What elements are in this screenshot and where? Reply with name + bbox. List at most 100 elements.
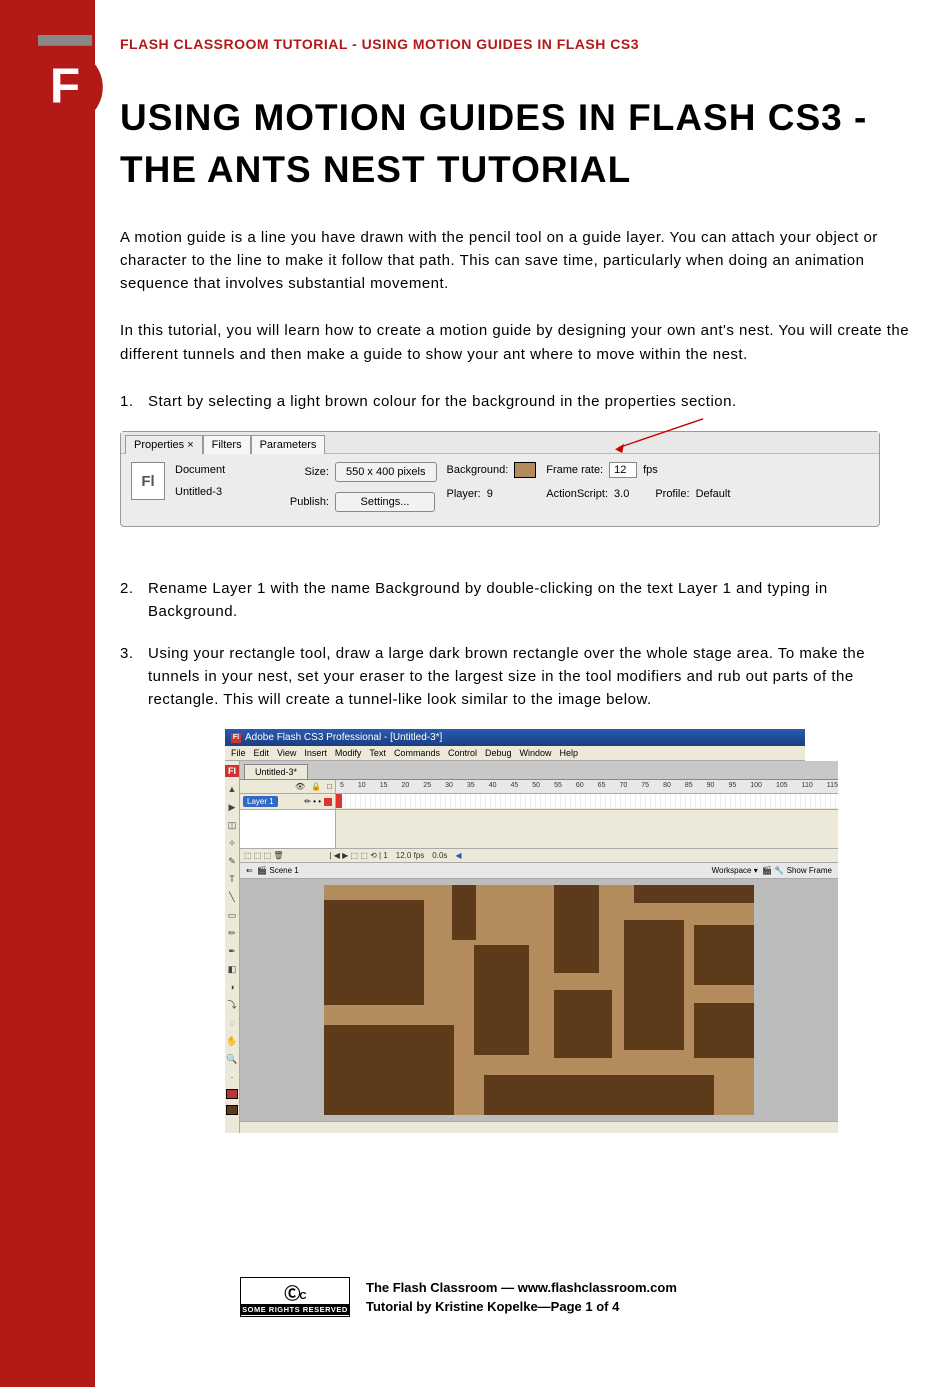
pen-tool-icon[interactable]: ✎ [225,855,239,867]
workspace-dropdown[interactable]: Workspace ▾ [712,866,758,875]
tab-properties[interactable]: Properties × [125,435,203,454]
profile-value: Default [696,488,731,500]
step-1: 1. Start by selecting a light brown colo… [120,390,910,413]
step-2: 2. Rename Layer 1 with the name Backgrou… [120,577,910,624]
intro-paragraph-2: In this tutorial, you will learn how to … [120,319,910,366]
document-label: Document [175,464,275,476]
menu-view[interactable]: View [277,748,296,758]
menu-help[interactable]: Help [560,748,579,758]
lasso-tool-icon[interactable]: ✧ [225,837,239,849]
size-label: Size: [285,466,329,478]
stage-canvas[interactable] [324,885,754,1115]
fill-color-swatch[interactable] [226,1105,238,1115]
tab-filters[interactable]: Filters [203,435,251,454]
step-1-number: 1. [120,390,134,413]
toolbox[interactable]: Fl ▲ ▶ ◫ ✧ ✎ T ╲ ▭ ✏ ✒ ◧ ◑ ⤵ ◌ ✋ 🔍 · [225,761,240,1133]
document-tab[interactable]: Untitled-3* [244,764,308,779]
profile-label: Profile: [655,488,689,500]
menu-edit[interactable]: Edit [254,748,270,758]
step-3-text: Using your rectangle tool, draw a large … [148,645,865,709]
edit-symbol-icon[interactable]: 🔧 [774,866,784,875]
menu-commands[interactable]: Commands [394,748,440,758]
horizontal-scrollbar[interactable] [240,1121,838,1133]
menu-file[interactable]: File [231,748,246,758]
zoom-tool-icon[interactable]: 🔍 [225,1053,239,1065]
edit-scene-icon[interactable]: 🎬 [762,866,772,875]
page-footer: ⒸC SOME RIGHTS RESERVED The Flash Classr… [240,1277,677,1317]
selection-tool-icon[interactable]: ▲ [225,783,239,795]
hand-tool-icon[interactable]: ✋ [225,1035,239,1047]
menu-bar[interactable]: File Edit View Insert Modify Text Comman… [225,746,805,761]
step-2-number: 2. [120,577,134,600]
step-2-text: Rename Layer 1 with the name Background … [148,580,828,620]
free-transform-tool-icon[interactable]: ◫ [225,819,239,831]
svg-text:F: F [50,59,80,114]
menu-control[interactable]: Control [448,748,477,758]
window-titlebar: Fl Adobe Flash CS3 Professional - [Untit… [225,729,805,746]
creative-commons-badge: ⒸC SOME RIGHTS RESERVED [240,1277,350,1317]
stroke-color-swatch[interactable] [226,1089,238,1099]
footer-line-2: Tutorial by Kristine Kopelke—Page 1 of 4 [366,1297,677,1317]
footer-line-1: The Flash Classroom — www.flashclassroom… [366,1278,677,1298]
callout-arrow [610,417,710,459]
page-title: USING MOTION GUIDES IN FLASH CS3 - THE A… [120,92,910,196]
frame-rate-label: Frame rate: [546,464,603,476]
menu-window[interactable]: Window [520,748,552,758]
publish-settings-button[interactable]: Settings... [335,492,435,512]
text-tool-icon[interactable]: T [225,873,239,885]
actionscript-value: 3.0 [614,488,629,500]
stage-area[interactable] [240,879,838,1121]
line-tool-icon[interactable]: ╲ [225,891,239,903]
menu-text[interactable]: Text [369,748,386,758]
properties-panel: Properties × Filters Parameters Fl Docum… [120,431,880,527]
pencil-tool-icon[interactable]: ✏ [225,927,239,939]
scene-name: Scene 1 [269,866,298,875]
paint-bucket-tool-icon[interactable]: ◑ [225,981,239,993]
step-1-text: Start by selecting a light brown colour … [148,393,737,410]
intro-paragraph-1: A motion guide is a line you have drawn … [120,226,910,296]
divider: · [225,1071,239,1083]
publish-label: Publish: [285,496,329,508]
back-icon[interactable]: ⇐ [246,866,253,875]
background-color-picker[interactable] [514,462,536,478]
eye-icon[interactable]: 👁 [295,782,305,791]
fps-label: fps [643,464,658,476]
scene-icon: 🎬 [257,866,267,875]
sidebar-red-bar [0,0,95,1387]
document-type-icon: Fl [131,462,165,500]
step-3: 3. Using your rectangle tool, draw a lar… [120,642,910,712]
panel-tabs: Properties × Filters Parameters [121,432,879,454]
eraser-tool-icon[interactable]: ◌ [225,1017,239,1029]
background-label: Background: [447,464,509,476]
outline-icon[interactable]: □ [327,782,332,791]
flash-classroom-logo: F [20,35,110,125]
size-button[interactable]: 550 x 400 pixels [335,462,437,482]
actionscript-label: ActionScript: [546,488,608,500]
tab-parameters[interactable]: Parameters [251,435,326,454]
flash-app-screenshot: Fl Adobe Flash CS3 Professional - [Untit… [225,729,805,1133]
document-name: Untitled-3 [175,486,275,498]
cc-icon: ⒸC [284,1280,305,1304]
step-3-number: 3. [120,642,134,665]
player-value: 9 [487,488,493,500]
page-header: FLASH CLASSROOM TUTORIAL - USING MOTION … [120,36,910,52]
menu-debug[interactable]: Debug [485,748,512,758]
cc-rights-text: SOME RIGHTS RESERVED [241,1304,349,1315]
menu-modify[interactable]: Modify [335,748,362,758]
timeline-footer: ⬚ ⬚ ⬚ 🗑 | ◀ ▶ ⬚ ⬚ ⟲ | 1 12.0 fps 0.0s ◀ [240,849,838,863]
brush-tool-icon[interactable]: ✒ [225,945,239,957]
player-label: Player: [447,488,481,500]
timeline-frames[interactable] [336,794,838,808]
subselect-tool-icon[interactable]: ▶ [225,801,239,813]
fl-badge-icon: Fl [225,765,239,777]
layer-1[interactable]: Layer 1 [243,796,278,807]
document-tab-strip: Untitled-3* [240,761,838,780]
zoom-dropdown[interactable]: Show Frame [787,866,832,875]
frame-rate-input[interactable]: 12 [609,462,637,478]
ink-bottle-tool-icon[interactable]: ◧ [225,963,239,975]
lock-icon[interactable]: 🔒 [311,782,321,791]
menu-insert[interactable]: Insert [304,748,327,758]
rectangle-tool-icon[interactable]: ▭ [225,909,239,921]
eyedropper-tool-icon[interactable]: ⤵ [225,999,239,1011]
flash-app-icon: Fl [231,733,241,743]
